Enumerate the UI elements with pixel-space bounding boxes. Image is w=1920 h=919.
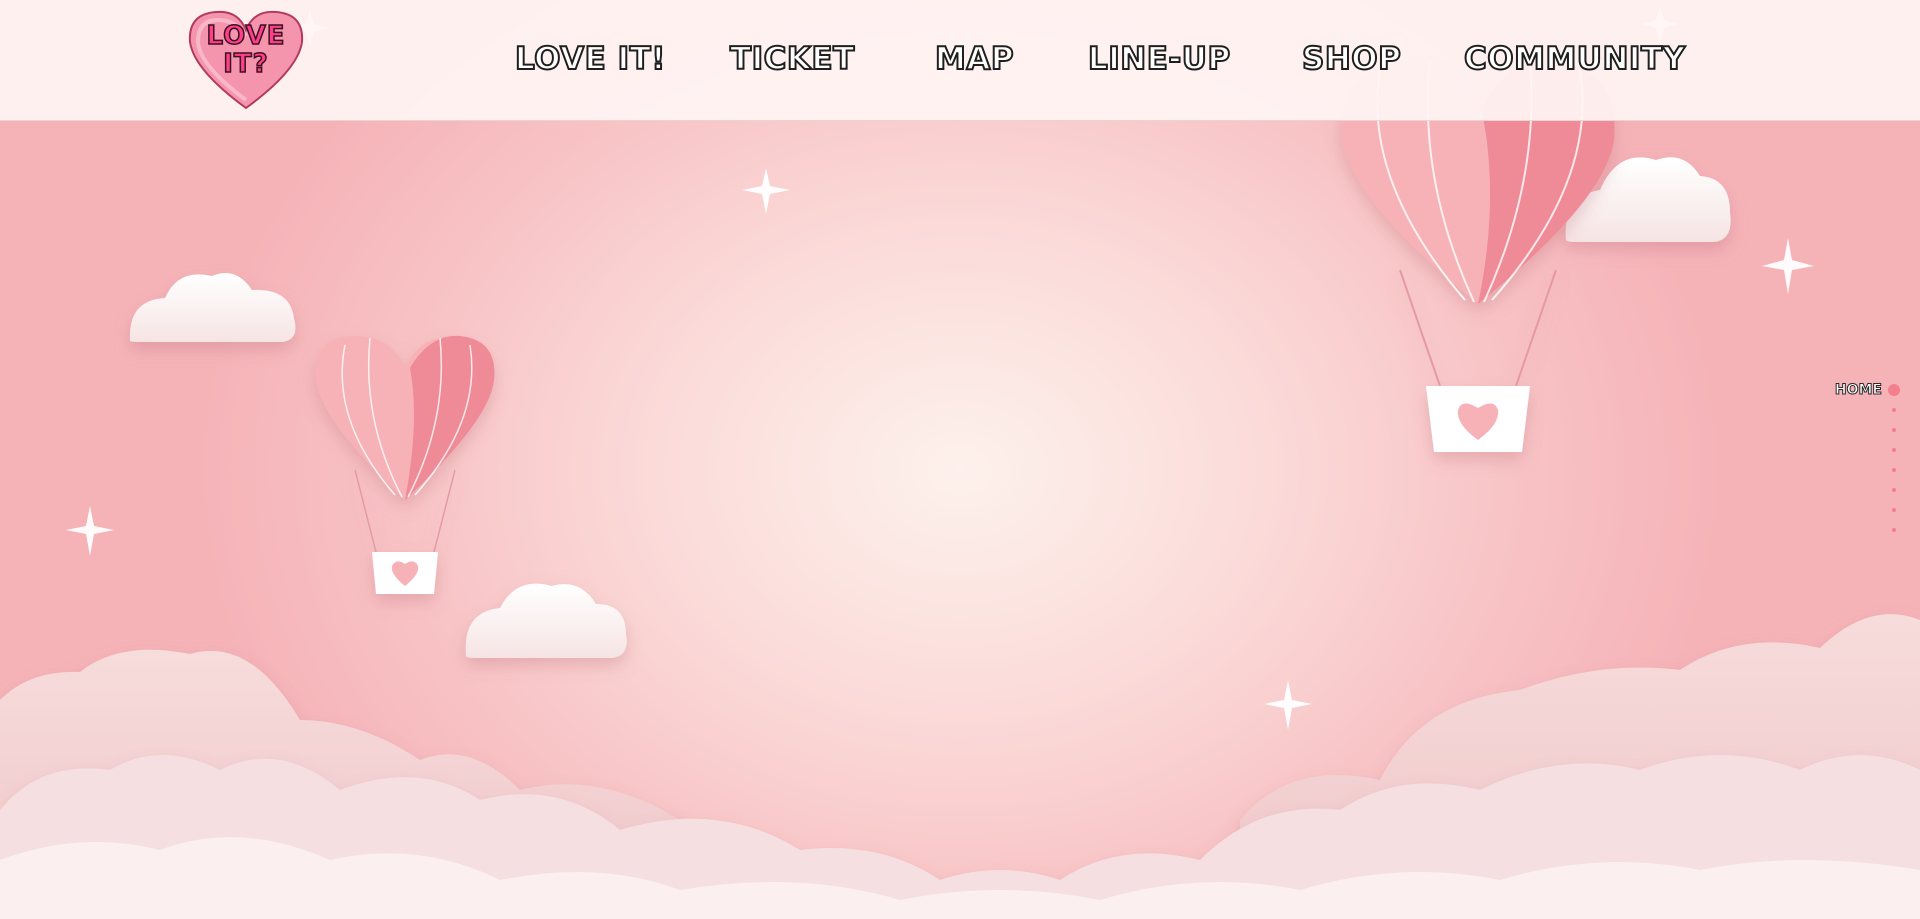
- section-dot[interactable]: [1892, 428, 1896, 432]
- hero-background: [0, 6, 1920, 919]
- section-nav-home-label: HOME: [1834, 382, 1882, 399]
- nav-map[interactable]: MAP: [934, 38, 1015, 80]
- site-header: LOVE IT? LOVE IT! TICKET MAP LINE-UP SHO…: [0, 0, 1920, 121]
- section-nav-home[interactable]: HOME: [1834, 380, 1900, 400]
- section-dot[interactable]: [1892, 528, 1896, 532]
- landing-page: LOVE IT? LOVE IT! TICKET MAP LINE-UP SHO…: [0, 0, 1920, 919]
- section-dot[interactable]: [1892, 448, 1896, 452]
- nav-shop[interactable]: SHOP: [1301, 38, 1402, 80]
- main-nav: LOVE IT! TICKET MAP LINE-UP SHOP COMMUNI…: [0, 0, 1920, 120]
- nav-community[interactable]: COMMUNITY: [1463, 38, 1686, 80]
- nav-line-up[interactable]: LINE-UP: [1087, 38, 1231, 80]
- nav-love-it[interactable]: LOVE IT!: [514, 38, 666, 80]
- section-dot[interactable]: [1892, 508, 1896, 512]
- cloud-bank: [0, 614, 1920, 919]
- section-dot[interactable]: [1892, 488, 1896, 492]
- nav-ticket[interactable]: TICKET: [729, 38, 855, 80]
- cloud-icon: [129, 273, 296, 342]
- section-dot-active[interactable]: [1888, 384, 1900, 396]
- cloud-icon: [465, 583, 627, 658]
- section-nav: HOME: [1810, 380, 1900, 540]
- heart-balloon-icon: [315, 335, 495, 594]
- section-dot[interactable]: [1892, 408, 1896, 412]
- section-dot[interactable]: [1892, 468, 1896, 472]
